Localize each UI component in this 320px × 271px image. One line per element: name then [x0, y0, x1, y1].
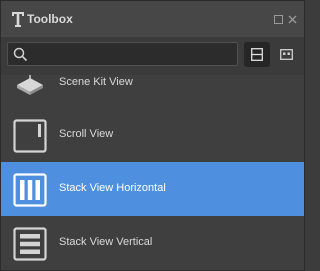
search-box[interactable] [7, 42, 238, 66]
scroll-view-icon [13, 119, 47, 153]
grid-view-icon [280, 49, 293, 60]
toolbar [1, 37, 304, 75]
toolbox-list: Scene Kit View Scroll View Stack View Ho… [1, 75, 304, 271]
window-title: Toolbox [27, 12, 73, 26]
list-item-stack-view-horizontal[interactable]: Stack View Horizontal [1, 162, 304, 216]
toolbox-window: Toolbox Scene Kit View Scroll View Stack… [0, 0, 305, 271]
list-item-stack-view-vertical[interactable]: Stack View Vertical [1, 216, 304, 270]
scene-kit-view-icon [17, 75, 43, 95]
close-icon[interactable] [288, 15, 297, 24]
list-view-button[interactable] [244, 42, 270, 67]
list-view-icon [251, 48, 263, 61]
maximize-icon[interactable] [274, 15, 283, 24]
list-item-label: Scroll View [59, 128, 114, 140]
list-item-label: Scene Kit View [59, 76, 133, 88]
list-item-label: Stack View Horizontal [59, 182, 166, 194]
list-item-scene-kit-view[interactable]: Scene Kit View [1, 75, 304, 108]
title-bar[interactable]: Toolbox [1, 1, 304, 37]
list-item-label: Stack View Vertical [59, 236, 153, 248]
text-tool-icon [12, 12, 24, 27]
search-input[interactable] [32, 45, 236, 65]
list-item-scroll-view[interactable]: Scroll View [1, 108, 304, 162]
search-icon [13, 47, 28, 62]
stack-view-horizontal-icon [13, 173, 47, 207]
stack-view-vertical-icon [13, 227, 47, 261]
grid-view-button[interactable] [273, 42, 299, 67]
